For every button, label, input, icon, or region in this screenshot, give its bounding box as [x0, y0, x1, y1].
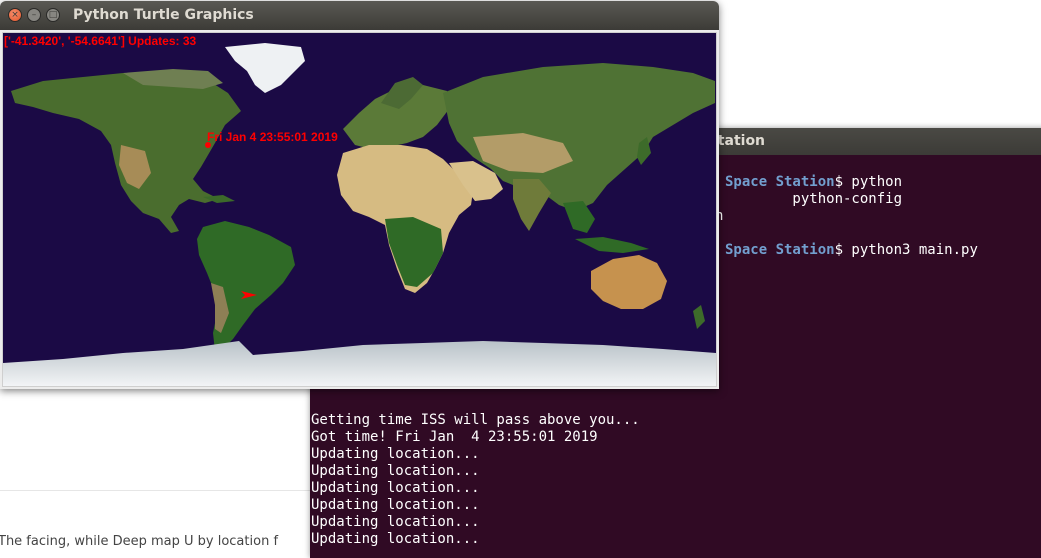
- terminal-line: Space Station$ python3 main.py: [725, 242, 978, 259]
- turtle-titlebar[interactable]: × – □ Python Turtle Graphics: [0, 1, 719, 30]
- maximize-button[interactable]: □: [46, 8, 60, 22]
- terminal-line: Updating location...: [311, 497, 480, 513]
- terminal-line: python-config: [725, 191, 903, 207]
- background-page-text: The facing, while Deep map U by location…: [0, 534, 279, 549]
- terminal-line: Got time! Fri Jan 4 23:55:01 2019: [311, 429, 598, 445]
- prompt-command: $ python: [834, 174, 903, 190]
- minimize-button[interactable]: –: [27, 8, 41, 22]
- close-button[interactable]: ×: [8, 8, 22, 22]
- prompt-command: $ python3 main.py: [834, 242, 978, 258]
- minimize-icon: –: [31, 10, 37, 20]
- terminal-line: Updating location...: [311, 446, 480, 462]
- terminal-line: Space Station$ python: [725, 174, 902, 191]
- close-icon: ×: [11, 10, 19, 20]
- turtle-canvas[interactable]: [2, 32, 717, 387]
- terminal-line: Updating location...: [311, 480, 480, 496]
- iss-coordinates-label: ['-41.3420', '-54.6641'] Updates: 33: [4, 34, 197, 48]
- turtle-window-title: Python Turtle Graphics: [73, 7, 254, 23]
- terminal-line: Updating location...: [311, 531, 480, 547]
- prompt-path: Space Station: [725, 174, 835, 190]
- prompt-path: Space Station: [725, 242, 835, 258]
- turtle-graphics-window[interactable]: × – □ Python Turtle Graphics ['-41.3420'…: [0, 1, 719, 389]
- maximize-icon: □: [48, 10, 58, 20]
- pass-time-label: Fri Jan 4 23:55:01 2019: [207, 130, 338, 144]
- terminal-line: Getting time ISS will pass above you...: [311, 412, 640, 428]
- world-map: [3, 33, 716, 386]
- terminal-line: Updating location...: [311, 514, 480, 530]
- terminal-line: Updating location...: [311, 463, 480, 479]
